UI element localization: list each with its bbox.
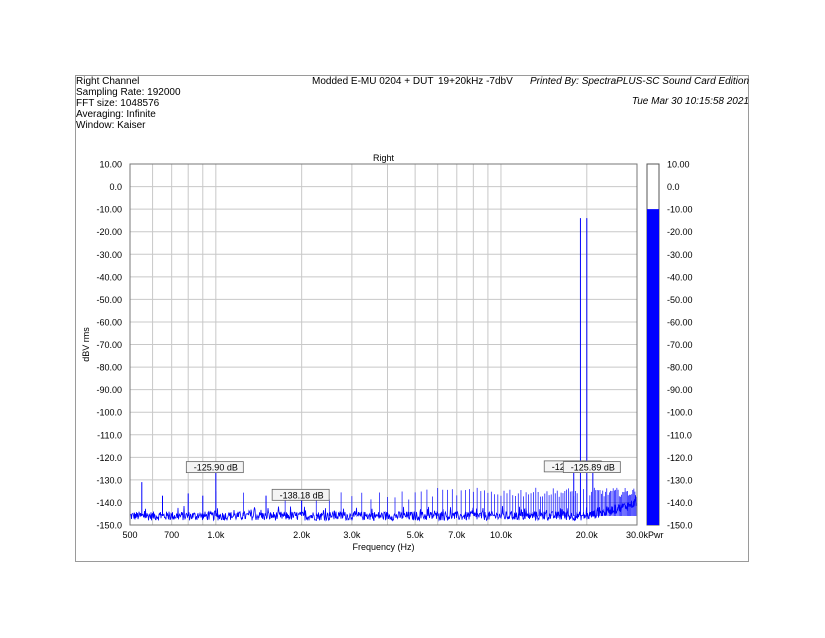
x-axis-label: Frequency (Hz) bbox=[352, 542, 414, 552]
peak-label: -138.18 dB bbox=[280, 490, 324, 500]
power-bar-tick-label: -90.00 bbox=[667, 385, 693, 395]
y-tick-label: -60.00 bbox=[96, 317, 122, 327]
y-tick-label: -130.0 bbox=[96, 475, 122, 485]
power-bar-tick-label: -140.0 bbox=[667, 498, 693, 508]
x-tick-label: 700 bbox=[164, 530, 179, 540]
y-tick-label: -80.00 bbox=[96, 363, 122, 373]
spectrum-chart: 10.00 0.0 -10.00 -20.00 -30.00 -40.00 -50.00 -6… bbox=[81, 153, 693, 552]
power-bar-tick-label: -30.00 bbox=[667, 250, 693, 260]
power-bar-tick-label: -70.00 bbox=[667, 340, 693, 350]
y-tick-label: -40.00 bbox=[96, 272, 122, 282]
x-tick-label: 1.0k bbox=[207, 530, 225, 540]
power-bar-tick-label: -40.00 bbox=[667, 272, 693, 282]
spectrum-trace bbox=[129, 218, 638, 522]
y-tick-label: -30.00 bbox=[96, 250, 122, 260]
x-tick-label: 5.0k bbox=[407, 530, 425, 540]
y-tick-label: 10.00 bbox=[99, 160, 122, 170]
y-tick-label: -100.0 bbox=[96, 408, 122, 418]
x-tick-label: 7.0k bbox=[448, 530, 466, 540]
power-bar-fill bbox=[647, 209, 659, 525]
power-bar-tick-label: -150.0 bbox=[667, 521, 693, 531]
x-tick-label: 3.0k bbox=[343, 530, 361, 540]
power-bar-tick-label: -130.0 bbox=[667, 475, 693, 485]
power-bar-tick-label: 10.00 bbox=[667, 160, 690, 170]
axes: 10.00 0.0 -10.00 -20.00 -30.00 -40.00 -50.00 -6… bbox=[81, 153, 649, 552]
power-bar-tick-label: -100.0 bbox=[667, 408, 693, 418]
power-bar-label: Pwr bbox=[648, 530, 664, 540]
y-tick-label: -140.0 bbox=[96, 498, 122, 508]
power-bar-tick-label: -60.00 bbox=[667, 317, 693, 327]
y-tick-label: -110.0 bbox=[97, 430, 122, 440]
chart-title: Right bbox=[373, 153, 395, 163]
power-bar-tick-label: -110.0 bbox=[667, 430, 692, 440]
x-tick-label: 30.0k bbox=[626, 530, 649, 540]
y-axis-label: dBV rms bbox=[81, 327, 91, 362]
x-tick-label: 10.0k bbox=[490, 530, 513, 540]
power-bar-tick-label: -80.00 bbox=[667, 363, 693, 373]
power-bar: 10.00 0.0 -10.00 -20.00 -30.00 -40.00 -50.00 -6… bbox=[646, 160, 693, 540]
y-tick-label: -90.00 bbox=[96, 385, 122, 395]
power-bar-tick-label: -50.00 bbox=[667, 295, 693, 305]
peak-label: -125.89 dB bbox=[571, 463, 615, 473]
x-tick-label: 2.0k bbox=[293, 530, 311, 540]
y-tick-label: -70.00 bbox=[96, 340, 122, 350]
x-tick-label: 20.0k bbox=[576, 530, 599, 540]
y-tick-label: -50.00 bbox=[96, 295, 122, 305]
y-tick-label: 0.0 bbox=[109, 182, 122, 192]
power-bar-tick-label: -10.00 bbox=[667, 205, 693, 215]
y-tick-label: -120.0 bbox=[96, 453, 122, 463]
power-bar-tick-label: -20.00 bbox=[667, 227, 693, 237]
y-tick-label: -10.00 bbox=[96, 205, 122, 215]
x-tick-label: 500 bbox=[122, 530, 137, 540]
y-tick-label: -150.0 bbox=[96, 521, 122, 531]
power-bar-tick-label: -120.0 bbox=[667, 453, 693, 463]
power-bar-tick-label: 0.0 bbox=[667, 182, 680, 192]
y-tick-label: -20.00 bbox=[96, 227, 122, 237]
peak-label: -125.90 dB bbox=[194, 463, 238, 473]
